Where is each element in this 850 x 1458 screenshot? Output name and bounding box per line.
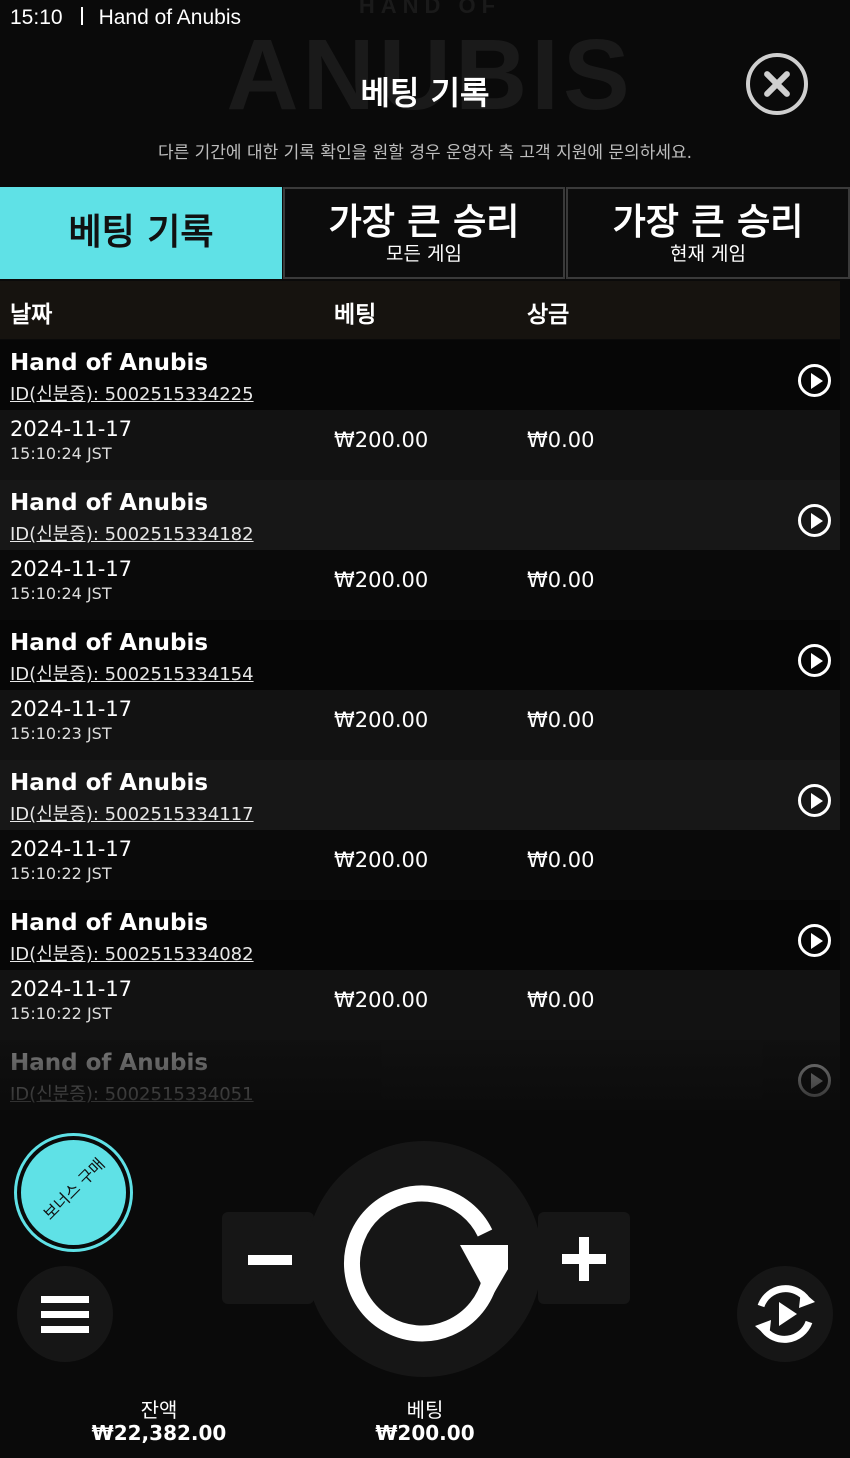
menu-icon[interactable] [17,1266,113,1362]
round-id-link[interactable]: ID(신분증): 5002515334117 [10,800,254,826]
play-icon[interactable] [798,1064,831,1097]
table-row: Hand of Anubis ID(신분증): 5002515334082 [0,900,840,970]
tab-biggest-win-all-games[interactable]: 가장 큰 승리 모든 게임 [283,187,565,279]
tab-sublabel: 현재 게임 [670,243,746,265]
row-win: ₩0.00 [527,428,595,452]
status-bar: 15:10 Hand of Anubis [10,6,241,30]
game-name: Hand of Anubis [10,770,209,796]
play-icon[interactable] [798,784,831,817]
balance-label: 잔액 [140,1398,178,1422]
row-time: 15:10:22 JST [10,864,112,883]
row-time: 15:10:22 JST [10,1004,112,1023]
table-row-data: 2024-11-17 15:10:24 JST ₩200.00 ₩0.00 [0,550,840,620]
header-bet: 베팅 [334,302,377,328]
row-date: 2024-11-17 [10,417,133,441]
row-time: 15:10:24 JST [10,444,112,463]
tab-label: 가장 큰 승리 [612,202,804,243]
round-id-link[interactable]: ID(신분증): 5002515334082 [10,940,254,966]
plus-icon[interactable] [538,1212,630,1304]
row-date: 2024-11-17 [10,977,133,1001]
tab-bet-history[interactable]: 베팅 기록 [0,187,282,279]
row-win: ₩0.00 [527,848,595,872]
bet-label: 베팅 [406,1398,444,1422]
autoplay-button[interactable] [737,1266,833,1362]
table-row: Hand of Anubis ID(신분증): 5002515334225 [0,340,840,410]
table-row: Hand of Anubis ID(신분증): 5002515334154 [0,620,840,690]
tab-sublabel: 모든 게임 [386,243,462,265]
tab-bar: 베팅 기록 가장 큰 승리 모든 게임 가장 큰 승리 현재 게임 [0,187,850,279]
tab-biggest-win-current-game[interactable]: 가장 큰 승리 현재 게임 [566,187,850,279]
play-icon[interactable] [798,644,831,677]
row-win: ₩0.00 [527,568,595,592]
row-bet: ₩200.00 [334,848,429,872]
row-win: ₩0.00 [527,708,595,732]
balance-value: ₩22,382.00 [91,1421,227,1445]
game-name: Hand of Anubis [10,1050,209,1076]
bonus-buy-label: 보너스 구매 [39,1154,109,1224]
round-id-link[interactable]: ID(신분증): 5002515334225 [10,380,254,406]
play-icon[interactable] [798,924,831,957]
row-win: ₩0.00 [527,988,595,1012]
table-row-data: 2024-11-17 15:10:22 JST ₩200.00 ₩0.00 [0,830,840,900]
row-bet: ₩200.00 [334,568,429,592]
round-id-link[interactable]: ID(신분증): 5002515334051 [10,1080,254,1106]
header-date: 날짜 [10,302,53,328]
play-icon[interactable] [798,364,831,397]
table-header: 날짜 베팅 상금 [0,281,840,339]
spin-icon[interactable] [340,1175,508,1343]
round-id-link[interactable]: ID(신분증): 5002515334182 [10,520,254,546]
game-name: Hand of Anubis [10,910,209,936]
play-icon[interactable] [798,504,831,537]
row-date: 2024-11-17 [10,697,133,721]
row-bet: ₩200.00 [334,988,429,1012]
bet-value: ₩200.00 [375,1421,475,1445]
background-logo-top: HAND OF [358,0,502,18]
header-win: 상금 [527,302,570,328]
game-name: Hand of Anubis [10,630,209,656]
row-time: 15:10:24 JST [10,584,112,603]
table-row-data: 2024-11-17 15:10:22 JST ₩200.00 ₩0.00 [0,970,840,1040]
tab-label: 가장 큰 승리 [328,202,520,243]
page-title: 베팅 기록 [360,74,490,112]
table-row: Hand of Anubis ID(신분증): 5002515334182 [0,480,840,550]
game-name: Hand of Anubis [10,490,209,516]
table-row-data: 2024-11-17 15:10:24 JST ₩200.00 ₩0.00 [0,410,840,480]
status-time: 15:10 [10,6,63,29]
bonus-buy-button[interactable]: 보너스 구매 [17,1136,130,1249]
status-app-name: Hand of Anubis [98,6,241,29]
game-name: Hand of Anubis [10,350,209,376]
minus-icon[interactable] [222,1212,314,1304]
table-row: Hand of Anubis ID(신분증): 5002515334051 [0,1040,840,1110]
close-icon[interactable] [746,53,808,115]
autoplay-icon [755,1285,815,1343]
row-date: 2024-11-17 [10,837,133,861]
table-row-data: 2024-11-17 15:10:23 JST ₩200.00 ₩0.00 [0,690,840,760]
page-subtitle: 다른 기간에 대한 기록 확인을 원할 경우 운영자 측 고객 지원에 문의하세… [157,143,693,163]
row-time: 15:10:23 JST [10,724,112,743]
table-row: Hand of Anubis ID(신분증): 5002515334117 [0,760,840,830]
status-separator [80,7,83,25]
row-bet: ₩200.00 [334,428,429,452]
tab-label: 베팅 기록 [68,212,214,253]
row-date: 2024-11-17 [10,557,133,581]
row-bet: ₩200.00 [334,708,429,732]
round-id-link[interactable]: ID(신분증): 5002515334154 [10,660,254,686]
